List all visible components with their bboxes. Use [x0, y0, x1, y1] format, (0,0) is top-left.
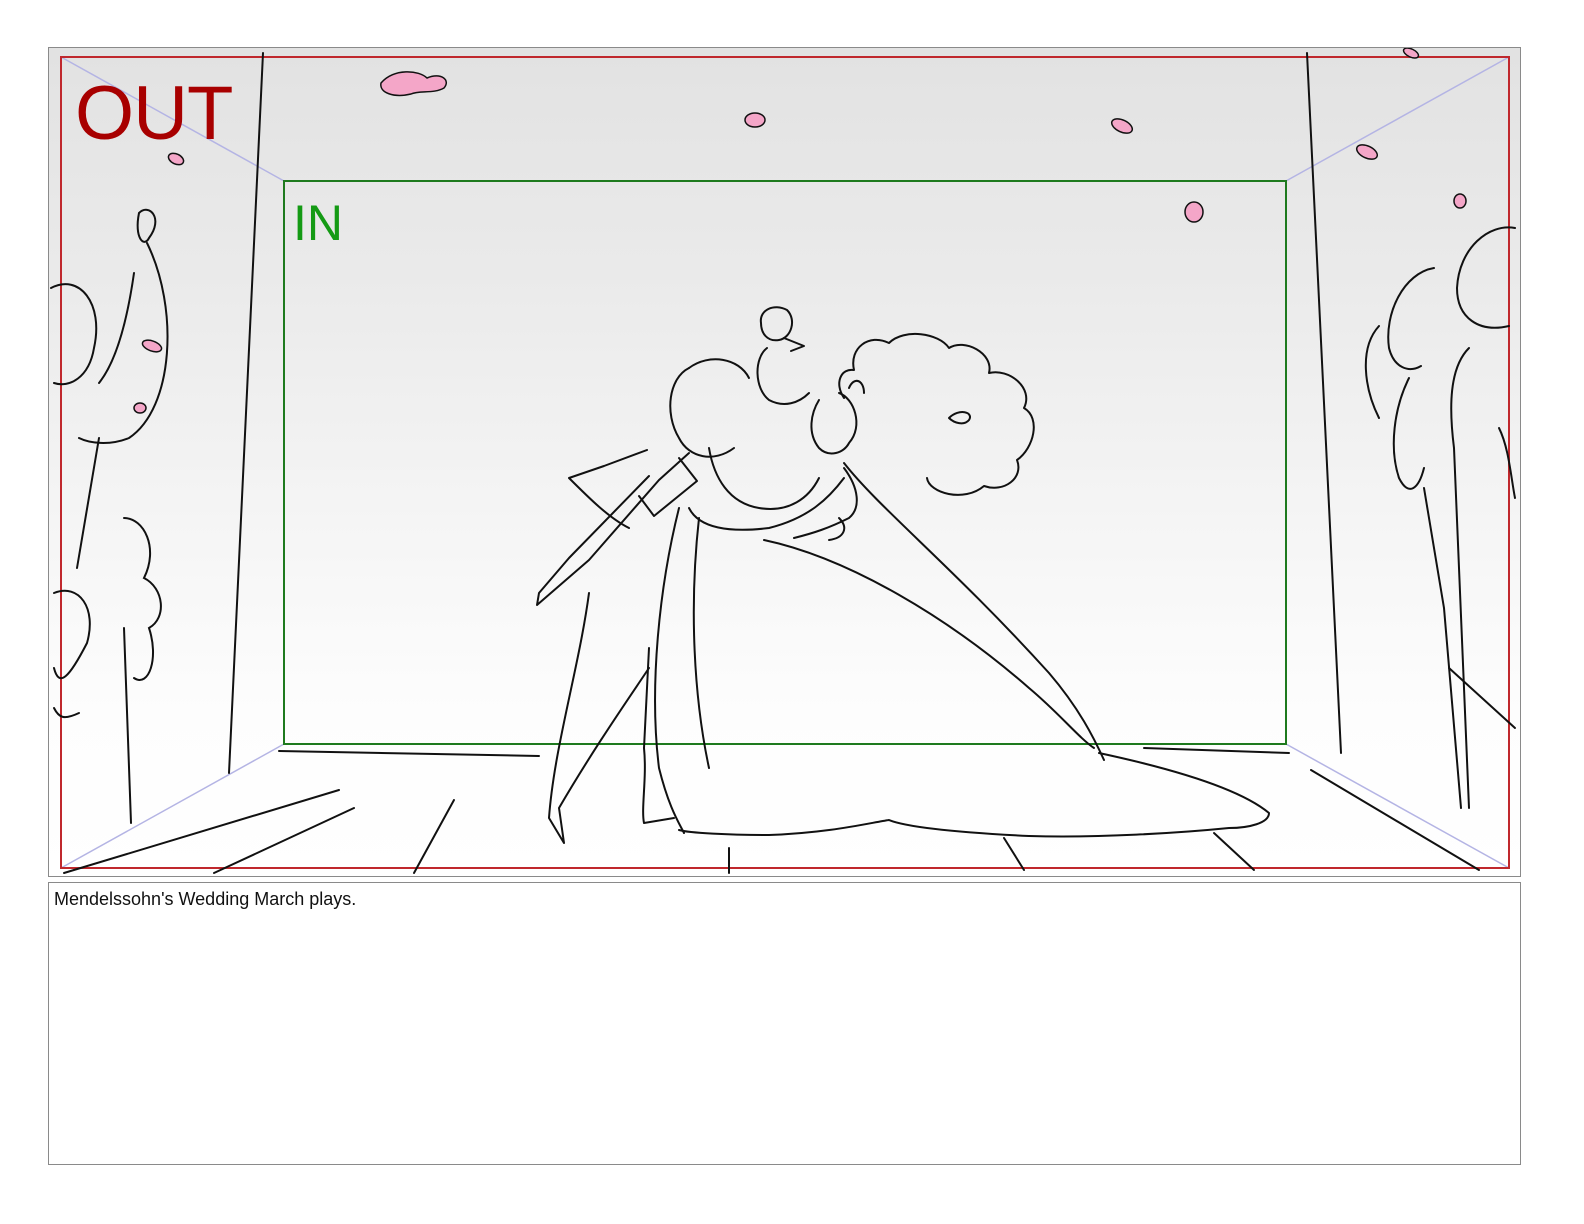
in-frame [283, 180, 1287, 745]
couple-sketch [536, 306, 1270, 844]
in-frame-label: IN [293, 195, 343, 251]
storyboard-drawing [50, 48, 1516, 874]
perspective-guides [60, 56, 1510, 869]
caption-box[interactable]: Mendelssohn's Wedding March plays. [48, 882, 1521, 1165]
out-frame [60, 56, 1510, 869]
storyboard-panel: OUT IN [48, 47, 1521, 877]
out-frame-label: OUT [75, 71, 233, 156]
caption-text: Mendelssohn's Wedding March plays. [54, 889, 357, 909]
